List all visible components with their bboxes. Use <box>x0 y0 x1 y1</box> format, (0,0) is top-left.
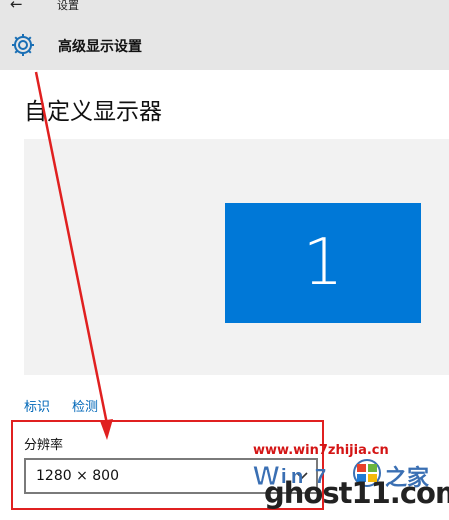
annotation-arrow <box>34 71 113 440</box>
watermark: www.win7zhijia.cn W i n 7 之家 ghost11.com <box>251 443 449 520</box>
watermark-brand: ghost11.com <box>264 476 449 510</box>
watermark-url: www.win7zhijia.cn <box>253 443 389 458</box>
